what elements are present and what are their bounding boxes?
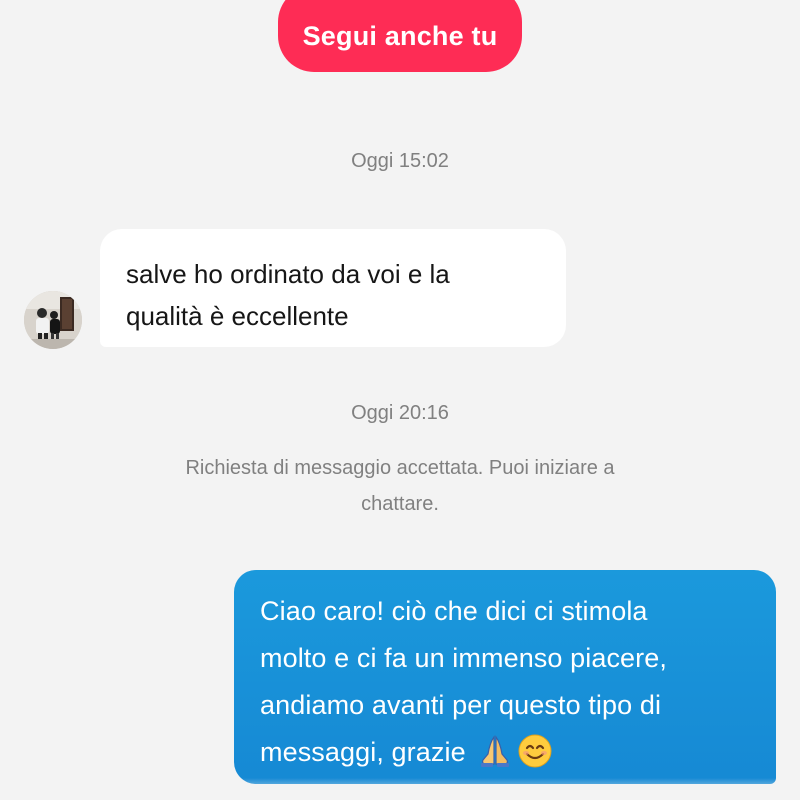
outgoing-message-line: molto e ci fa un immenso piacere,: [260, 643, 667, 673]
outgoing-message-bubble[interactable]: Ciao caro! ciò che dici ci stimola molto…: [234, 570, 776, 784]
avatar-photo: [24, 291, 82, 349]
incoming-message-bubble[interactable]: salve ho ordinato da voi e la qualità è …: [100, 229, 566, 347]
sender-avatar[interactable]: [24, 291, 82, 349]
outgoing-message-last-line: messaggi, grazie: [260, 729, 758, 776]
bottom-fade-overlay: [0, 778, 800, 800]
system-notice-line: chattare.: [361, 493, 439, 515]
follow-back-label: Segui anche tu: [302, 20, 498, 51]
message-timestamp: Oggi 15:02: [351, 150, 449, 172]
praying-hands-icon: [481, 735, 510, 767]
incoming-message-line: qualità è eccellente: [126, 301, 349, 331]
smiling-face-icon: [518, 734, 552, 768]
chat-screen: Segui anche tu Oggi 15:02 salve ho ordin…: [0, 0, 800, 800]
system-notice-line: Richiesta di messaggio accettata. Puoi i…: [185, 457, 615, 479]
system-notice: Richiesta di messaggio accettata. Puoi i…: [110, 450, 690, 522]
follow-back-button[interactable]: Segui anche tu: [278, 0, 522, 72]
outgoing-message-line: andiamo avanti per questo tipo di: [260, 690, 662, 720]
message-timestamp: Oggi 20:16: [351, 402, 449, 424]
outgoing-message-line: Ciao caro! ciò che dici ci stimola: [260, 596, 648, 626]
incoming-message-line: salve ho ordinato da voi e la: [126, 259, 450, 289]
outgoing-message-line: messaggi, grazie: [260, 737, 466, 767]
emoji-group: [477, 733, 553, 769]
